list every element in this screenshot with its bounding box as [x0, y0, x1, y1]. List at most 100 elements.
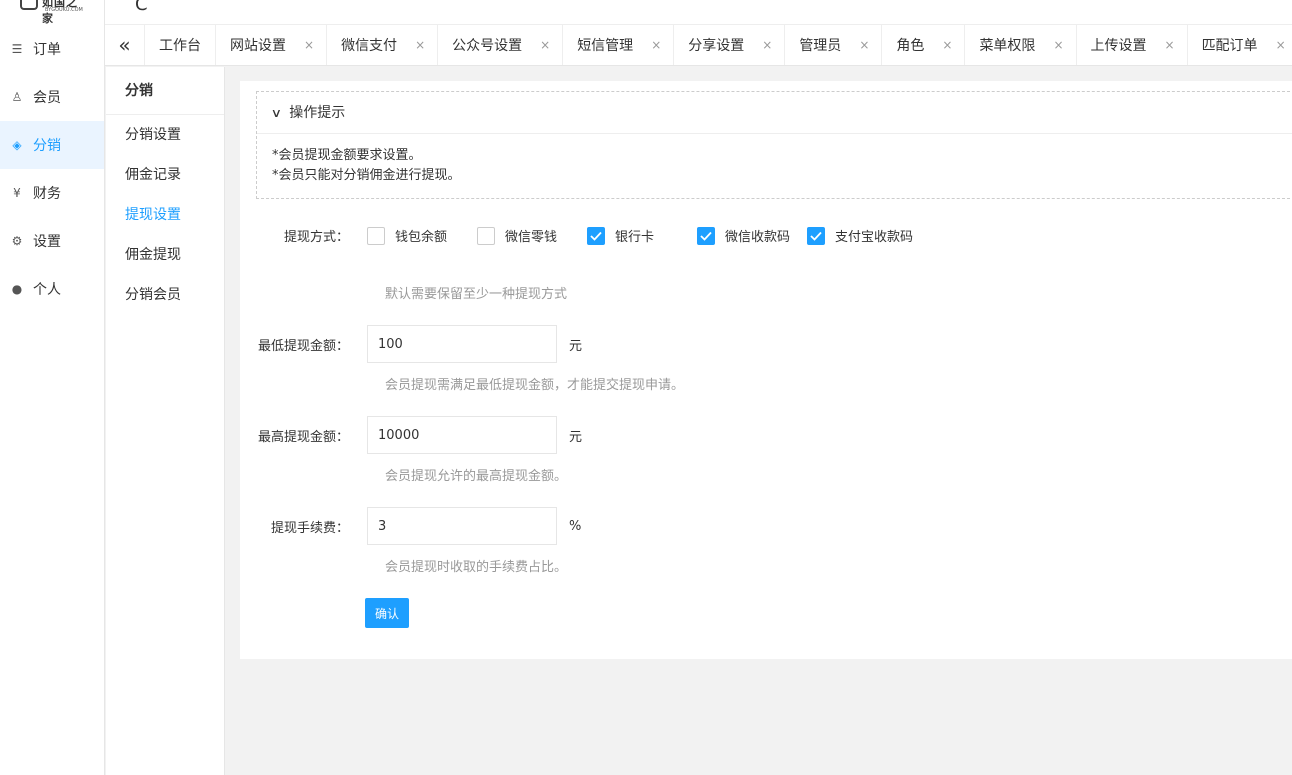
- subnav-item[interactable]: 佣金记录: [106, 155, 224, 195]
- method-checkbox[interactable]: 钱包余额: [367, 226, 477, 245]
- fee-row: 提现手续费： %: [240, 507, 581, 545]
- list-icon: ☰: [11, 42, 23, 56]
- tab-bar: « 工作台 网站设置 × 微信支付 × 公众号设置 × 短信管理 × 分享设置 × 管理员 × 角色 × 菜…: [105, 25, 1292, 66]
- method-checkbox-label: 钱包余额: [395, 230, 448, 245]
- sidebar-item[interactable]: ⚙ 设置: [0, 217, 104, 265]
- tab-home[interactable]: 工作台: [145, 25, 216, 65]
- tips-body: *会员提现金额要求设置。 *会员只能对分销佣金进行提现。: [257, 134, 1292, 186]
- method-label: 提现方式：: [283, 230, 349, 245]
- tips-title: 操作提示: [289, 105, 346, 121]
- tab-label: 短信管理: [577, 38, 634, 54]
- method-checkbox[interactable]: 微信收款码: [697, 226, 807, 245]
- checkbox-checked-icon[interactable]: [587, 226, 605, 245]
- checkbox-checked-icon[interactable]: [697, 226, 715, 245]
- tips-panel: ∨ 操作提示 *会员提现金额要求设置。 *会员只能对分销佣金进行提现。: [256, 91, 1292, 199]
- close-icon[interactable]: ×: [859, 38, 869, 52]
- method-checkbox-label: 微信收款码: [725, 230, 791, 245]
- tab[interactable]: 菜单权限 ×: [965, 25, 1077, 65]
- min-amount-label: 最低提现金额：: [257, 338, 349, 354]
- tab[interactable]: 角色 ×: [882, 25, 966, 65]
- tab[interactable]: 管理员 ×: [785, 25, 883, 65]
- tab-label: 网站设置: [230, 38, 286, 54]
- sidebar-item[interactable]: ● 个人: [0, 265, 104, 313]
- checkbox-unchecked-icon[interactable]: [367, 226, 385, 245]
- method-checkbox[interactable]: 微信零钱: [477, 226, 587, 245]
- close-icon[interactable]: ×: [304, 38, 314, 52]
- tab[interactable]: 短信管理 ×: [563, 25, 675, 65]
- max-amount-hint: 会员提现允许的最高提现金额。: [385, 469, 568, 484]
- tips-header[interactable]: ∨ 操作提示: [257, 92, 1292, 134]
- method-checkbox-label: 支付宝收款码: [835, 230, 914, 245]
- logo: 如国之家 BYGOUKU.COM: [0, 0, 104, 25]
- tab[interactable]: 分享设置 ×: [674, 25, 786, 65]
- fee-unit: %: [569, 518, 582, 534]
- close-icon[interactable]: ×: [651, 38, 661, 52]
- yen-icon: ¥: [13, 186, 21, 200]
- tab-label: 角色: [896, 38, 925, 54]
- method-checkbox[interactable]: 银行卡: [587, 226, 697, 245]
- tab[interactable]: 上传设置 ×: [1077, 25, 1188, 65]
- min-amount-row: 最低提现金额： 元: [240, 325, 582, 363]
- sidebar-item-label: 设置: [33, 234, 61, 250]
- close-icon[interactable]: ×: [942, 38, 952, 52]
- tab[interactable]: 公众号设置 ×: [438, 25, 564, 65]
- content-panel: ∨ 操作提示 *会员提现金额要求设置。 *会员只能对分销佣金进行提现。 提现方式…: [240, 81, 1292, 659]
- close-icon[interactable]: ×: [540, 38, 550, 52]
- tab-label: 微信支付: [341, 38, 398, 54]
- max-amount-row: 最高提现金额： 元: [240, 416, 582, 454]
- tab-label: 工作台: [159, 38, 201, 54]
- tips-line: *会员提现金额要求设置。: [272, 148, 422, 163]
- close-icon[interactable]: ×: [762, 38, 772, 52]
- chevron-down-icon: ∨: [270, 106, 283, 120]
- layers-icon: ◈: [12, 138, 22, 152]
- subnav-title: 分销: [106, 67, 224, 115]
- tab-label: 匹配订单: [1201, 38, 1258, 54]
- method-checkbox[interactable]: 支付宝收款码: [807, 226, 927, 245]
- tips-line: *会员只能对分销佣金进行提现。: [272, 168, 461, 183]
- tab[interactable]: 微信支付 ×: [327, 25, 439, 65]
- close-icon[interactable]: ×: [415, 38, 425, 52]
- sidebar-item-label: 分销: [33, 138, 61, 154]
- min-amount-input[interactable]: [367, 325, 557, 363]
- close-icon[interactable]: ×: [1276, 38, 1286, 52]
- tab[interactable]: 网站设置 ×: [216, 25, 328, 65]
- sidebar-item-label: 会员: [33, 90, 61, 106]
- method-checkbox-label: 银行卡: [615, 230, 655, 245]
- min-amount-hint: 会员提现需满足最低提现金额，才能提交提现申请。: [385, 378, 685, 393]
- sidebar-item[interactable]: ☰ 订单: [0, 25, 104, 73]
- tab-label: 菜单权限: [979, 38, 1036, 54]
- sidebar-item[interactable]: ¥ 财务: [0, 169, 104, 217]
- checkbox-unchecked-icon[interactable]: [477, 226, 495, 245]
- tab[interactable]: 匹配订单 ×: [1188, 25, 1292, 65]
- subnav-item[interactable]: 佣金提现: [106, 235, 224, 275]
- user-icon: ♙: [11, 90, 23, 104]
- sidebar-item[interactable]: ♙ 会员: [0, 73, 104, 121]
- logo-subtext: BYGOUKU.COM: [45, 7, 83, 13]
- main-sidebar: 如国之家 BYGOUKU.COM ☰ 订单 ♙ 会员 ◈ 分销 ¥ 财务 ⚙ 设置 ● 个人: [0, 0, 105, 775]
- subnav-item[interactable]: 提现设置: [106, 195, 224, 235]
- method-checkbox-label: 微信零钱: [505, 230, 558, 245]
- min-amount-unit: 元: [569, 338, 583, 354]
- close-icon[interactable]: ×: [1165, 38, 1175, 52]
- fee-input[interactable]: [367, 507, 557, 545]
- refresh-icon[interactable]: C: [135, 0, 148, 15]
- top-bar: C: [105, 0, 1292, 25]
- sidebar-item-label: 个人: [33, 282, 61, 298]
- sidebar-item-label: 订单: [33, 42, 61, 58]
- max-amount-label: 最高提现金额：: [257, 429, 349, 445]
- gear-icon: ⚙: [11, 234, 23, 248]
- tab-label: 公众号设置: [452, 38, 523, 54]
- subnav-item[interactable]: 分销会员: [106, 275, 224, 315]
- fee-label: 提现手续费：: [270, 520, 349, 536]
- subnav-item[interactable]: 分销设置: [106, 115, 224, 155]
- sidebar-item-label: 财务: [33, 186, 61, 202]
- collapse-tabs-icon[interactable]: «: [105, 25, 145, 65]
- max-amount-unit: 元: [569, 429, 583, 445]
- method-row: 提现方式： 钱包余额 微信零钱 银行卡 微信收款码 支付宝收款码: [240, 226, 927, 245]
- checkbox-checked-icon[interactable]: [807, 226, 825, 245]
- close-icon[interactable]: ×: [1053, 38, 1063, 52]
- confirm-button[interactable]: 确认: [365, 598, 409, 628]
- fee-hint: 会员提现时收取的手续费占比。: [385, 560, 568, 575]
- sidebar-item[interactable]: ◈ 分销: [0, 121, 104, 169]
- max-amount-input[interactable]: [367, 416, 557, 454]
